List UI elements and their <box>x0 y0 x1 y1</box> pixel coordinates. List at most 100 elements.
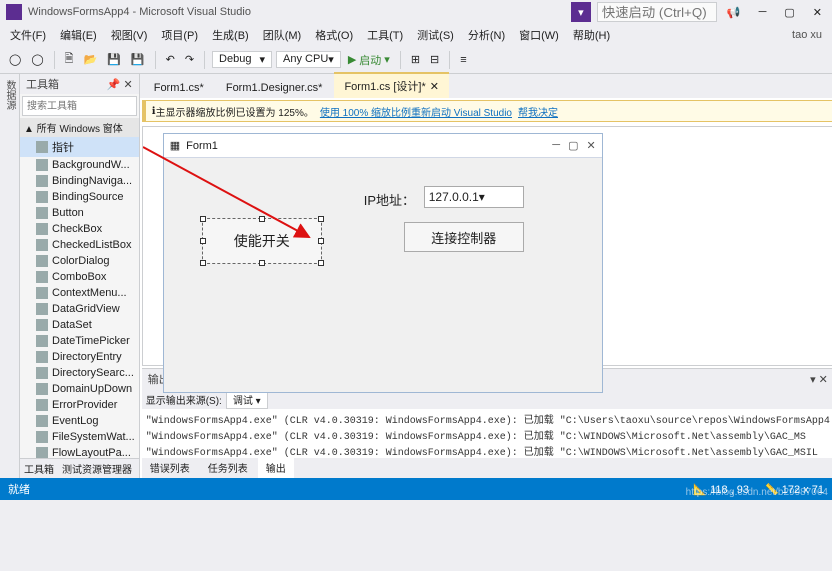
resize-handle[interactable] <box>259 260 265 266</box>
tab-form1-design[interactable]: Form1.cs [设计]*✕ <box>334 72 449 98</box>
tab-form1-cs[interactable]: Form1.cs* <box>144 78 214 98</box>
form-icon: ▦ <box>170 139 180 152</box>
restart-link[interactable]: 使用 100% 缩放比例重新启动 Visual Studio <box>320 104 512 119</box>
feedback-icon[interactable]: ▾ <box>571 2 591 22</box>
save-button[interactable]: 💾 <box>104 51 124 68</box>
ip-textbox[interactable]: 127.0.0.1 ▾ <box>424 186 524 208</box>
menu-file[interactable]: 文件(F) <box>4 25 52 45</box>
toolbox-item-icon <box>36 383 48 395</box>
toolbox-item[interactable]: ContextMenu... <box>20 285 139 301</box>
tab-form1-designer-cs[interactable]: Form1.Designer.cs* <box>216 78 333 98</box>
undo-button[interactable]: ↶ <box>163 51 178 68</box>
menu-format[interactable]: 格式(O) <box>309 25 359 45</box>
toolbox-search-input[interactable] <box>22 96 137 116</box>
resize-handle[interactable] <box>200 216 206 222</box>
resize-handle[interactable] <box>318 238 324 244</box>
toolbox-item[interactable]: DirectorySearc... <box>20 365 139 381</box>
toolbox-item[interactable]: DirectoryEntry <box>20 349 139 365</box>
toolbox-tab[interactable]: 工具箱 <box>24 461 54 476</box>
resize-handle[interactable] <box>318 260 324 266</box>
toolbox-item-icon <box>36 287 48 299</box>
minimize-button[interactable]: ─ <box>755 4 771 21</box>
toolbox-item[interactable]: BindingSource <box>20 189 139 205</box>
form-canvas[interactable]: ▦ Form1 ─▢✕ IP地址： 127.0.0.1 ▾ 连接控制器 使能开关 <box>163 133 603 393</box>
toolbox-item[interactable]: FileSystemWat... <box>20 429 139 445</box>
maximize-button[interactable]: ▢ <box>780 4 798 21</box>
left-gutter[interactable]: 数据源 <box>0 74 20 478</box>
toolbox-item[interactable]: BindingNaviga... <box>20 173 139 189</box>
menu-edit[interactable]: 编辑(E) <box>54 25 103 45</box>
new-button[interactable]: 🗎 <box>62 48 77 71</box>
resize-handle[interactable] <box>200 260 206 266</box>
toolbox-item[interactable]: 指针 <box>20 137 139 157</box>
close-icon[interactable]: ✕ <box>124 78 133 91</box>
output-text[interactable]: "WindowsFormsApp4.exe" (CLR v4.0.30319: … <box>142 409 832 458</box>
toolbox-header: 工具箱 📌✕ <box>20 74 139 94</box>
open-button[interactable]: 📂 <box>80 51 100 68</box>
toolbox-item[interactable]: FlowLayoutPa... <box>20 445 139 458</box>
align-tool[interactable]: ≡ <box>457 52 469 68</box>
toolbox-item[interactable]: CheckedListBox <box>20 237 139 253</box>
redo-button[interactable]: ↷ <box>182 51 197 68</box>
test-explorer-tab[interactable]: 测试资源管理器 <box>62 461 132 476</box>
task-list-tab[interactable]: 任务列表 <box>200 458 256 478</box>
forward-button[interactable]: ◯ <box>28 51 46 68</box>
toolbox-item[interactable]: Button <box>20 205 139 221</box>
resize-handle[interactable] <box>259 216 265 222</box>
error-list-tab[interactable]: 错误列表 <box>142 458 198 478</box>
editor-area: Form1.cs* Form1.Designer.cs* Form1.cs [设… <box>140 74 832 478</box>
toolbox-item[interactable]: ErrorProvider <box>20 397 139 413</box>
platform-dropdown[interactable]: Any CPU▾ <box>276 51 341 68</box>
designer-surface[interactable]: ▦ Form1 ─▢✕ IP地址： 127.0.0.1 ▾ 连接控制器 使能开关 <box>142 126 832 366</box>
menu-project[interactable]: 项目(P) <box>155 25 204 45</box>
document-tabs: Form1.cs* Form1.Designer.cs* Form1.cs [设… <box>140 74 832 98</box>
toolbox-item[interactable]: CheckBox <box>20 221 139 237</box>
bottom-tabs: 错误列表 任务列表 输出 <box>142 458 832 478</box>
toolbox-item[interactable]: BackgroundW... <box>20 157 139 173</box>
menu-analyze[interactable]: 分析(N) <box>462 25 511 45</box>
quick-launch-input[interactable] <box>597 2 717 22</box>
form-max-icon: ▢ <box>568 139 578 152</box>
toolbox-item[interactable]: EventLog <box>20 413 139 429</box>
help-link[interactable]: 帮我决定 <box>518 104 558 119</box>
notification-icon[interactable]: 📢 <box>723 4 745 21</box>
pin-icon[interactable]: ▾ <box>810 373 816 386</box>
layout-tool-2[interactable]: ⊟ <box>427 51 442 68</box>
menu-build[interactable]: 生成(B) <box>206 25 255 45</box>
close-button[interactable]: ✕ <box>809 4 826 21</box>
menu-window[interactable]: 窗口(W) <box>513 25 565 45</box>
back-button[interactable]: ◯ <box>6 51 24 68</box>
toolbox-group[interactable]: ▲ 所有 Windows 窗体 <box>20 118 139 137</box>
resize-handle[interactable] <box>318 216 324 222</box>
window-title: WindowsFormsApp4 - Microsoft Visual Stud… <box>28 6 251 18</box>
toolbox-item[interactable]: ComboBox <box>20 269 139 285</box>
close-icon[interactable]: ✕ <box>819 373 828 386</box>
drive-switch-control[interactable]: 使能开关 <box>202 218 322 264</box>
tab-close-icon[interactable]: ✕ <box>430 80 439 93</box>
pin-icon[interactable]: 📌 <box>107 78 121 91</box>
toolbox-item[interactable]: DataSet <box>20 317 139 333</box>
dpi-info-bar: ℹ 主显示器缩放比例已设置为 125%。 使用 100% 缩放比例重新启动 Vi… <box>142 100 832 122</box>
output-tab[interactable]: 输出 <box>258 458 294 478</box>
ip-label[interactable]: IP地址： <box>364 190 415 209</box>
toolbox-item[interactable]: DateTimePicker <box>20 333 139 349</box>
menu-help[interactable]: 帮助(H) <box>567 25 616 45</box>
toolbox-footer-tabs: 工具箱 测试资源管理器 <box>20 458 139 478</box>
toolbox-item-icon <box>36 175 48 187</box>
config-dropdown[interactable]: Debug▾ <box>212 51 272 68</box>
toolbox-item[interactable]: DomainUpDown <box>20 381 139 397</box>
toolbox-item-icon <box>36 367 48 379</box>
toolbox-item-icon <box>36 399 48 411</box>
menu-tools[interactable]: 工具(T) <box>361 25 409 45</box>
menu-team[interactable]: 团队(M) <box>257 25 308 45</box>
run-button[interactable]: ▶ 启动 ▾ <box>345 50 393 70</box>
layout-tool-1[interactable]: ⊞ <box>408 51 423 68</box>
resize-handle[interactable] <box>200 238 206 244</box>
user-name[interactable]: tao xu <box>786 27 828 43</box>
menu-test[interactable]: 测试(S) <box>411 25 460 45</box>
connect-button[interactable]: 连接控制器 <box>404 222 524 252</box>
menu-view[interactable]: 视图(V) <box>105 25 154 45</box>
toolbox-item[interactable]: ColorDialog <box>20 253 139 269</box>
save-all-button[interactable]: 💾 <box>128 51 148 68</box>
toolbox-item[interactable]: DataGridView <box>20 301 139 317</box>
